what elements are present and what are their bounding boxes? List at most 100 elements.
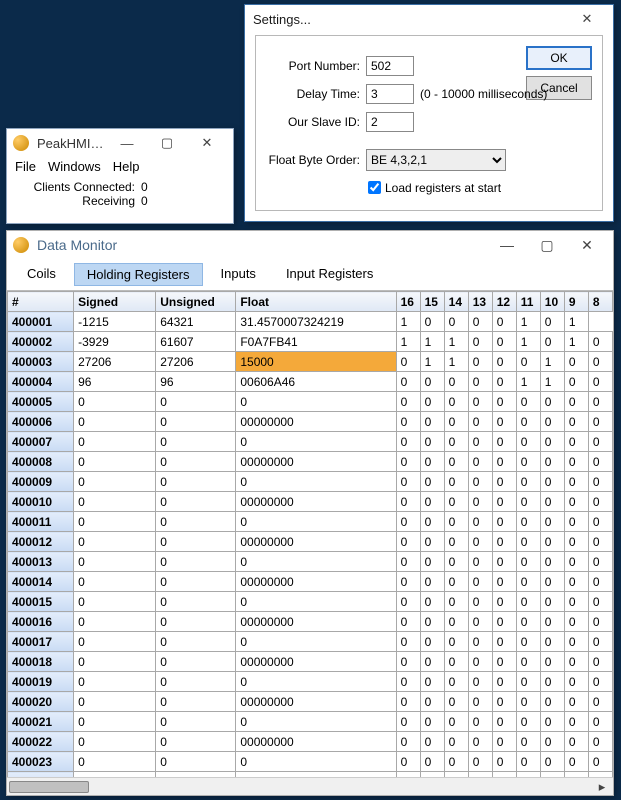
cell-bit[interactable]: 0 [540,752,564,772]
cell-bit[interactable]: 0 [564,392,588,412]
cell-bit[interactable]: 0 [468,692,492,712]
cell-bit[interactable]: 0 [396,352,420,372]
cell-bit[interactable]: 0 [564,472,588,492]
cell-bit[interactable]: 0 [444,752,468,772]
cell-addr[interactable]: 400020 [8,692,74,712]
cell-bit[interactable]: 0 [492,532,516,552]
cell-bit[interactable]: 0 [588,652,612,672]
cell-signed[interactable]: 0 [74,532,156,552]
scrollbar-thumb[interactable] [9,781,89,793]
cell-bit[interactable]: 1 [444,352,468,372]
cell-bit[interactable]: 0 [516,492,540,512]
cell-bit[interactable]: 0 [420,692,444,712]
cell-bit[interactable]: 0 [516,692,540,712]
cell-bit[interactable]: 1 [540,372,564,392]
cell-bit[interactable]: 0 [540,512,564,532]
cell-float[interactable]: 00000000 [236,652,396,672]
cell-bit[interactable]: 0 [588,672,612,692]
cell-signed[interactable]: 0 [74,592,156,612]
cell-bit[interactable]: 1 [444,332,468,352]
cell-bit[interactable]: 0 [444,732,468,752]
cell-bit[interactable]: 1 [516,372,540,392]
cell-addr[interactable]: 400015 [8,592,74,612]
cell-bit[interactable]: 0 [468,592,492,612]
cell-signed[interactable]: 0 [74,632,156,652]
cell-bit[interactable]: 0 [492,512,516,532]
cell-bit[interactable]: 0 [516,512,540,532]
cell-float[interactable]: 0 [236,592,396,612]
cell-bit[interactable]: 0 [516,392,540,412]
cell-bit[interactable]: 0 [468,532,492,552]
cell-bit[interactable]: 0 [420,572,444,592]
tab-holding-registers[interactable]: Holding Registers [74,263,203,286]
cell-unsigned[interactable]: 64321 [156,312,236,332]
cell-bit[interactable]: 0 [492,392,516,412]
cell-unsigned[interactable]: 61607 [156,332,236,352]
cell-bit[interactable]: 0 [444,432,468,452]
cell-bit[interactable]: 1 [516,332,540,352]
cell-float[interactable]: 15000 [236,352,396,372]
cell-unsigned[interactable]: 0 [156,692,236,712]
cell-float[interactable]: 00000000 [236,732,396,752]
cell-bit[interactable]: 0 [468,392,492,412]
cell-bit[interactable]: 0 [516,652,540,672]
cell-addr[interactable]: 400003 [8,352,74,372]
cell-signed[interactable]: 0 [74,712,156,732]
cell-bit[interactable]: 0 [492,612,516,632]
cell-unsigned[interactable]: 0 [156,532,236,552]
header-addr[interactable]: # [8,292,74,312]
cell-bit[interactable]: 0 [540,732,564,752]
cell-bit[interactable]: 0 [540,472,564,492]
cell-bit[interactable]: 0 [420,432,444,452]
cell-unsigned[interactable]: 0 [156,472,236,492]
cell-unsigned[interactable]: 27206 [156,352,236,372]
delay-input[interactable] [366,84,414,104]
cell-signed[interactable]: 0 [74,412,156,432]
cell-float[interactable]: 00000000 [236,412,396,432]
cell-bit[interactable]: 0 [444,532,468,552]
cell-bit[interactable]: 0 [396,472,420,492]
cell-bit[interactable]: 0 [492,652,516,672]
cell-bit[interactable]: 0 [588,632,612,652]
tab-inputs[interactable]: Inputs [209,263,268,286]
table-row[interactable]: 400009000000000000 [8,472,613,492]
dm-titlebar[interactable]: Data Monitor — ▢ ✕ [7,231,613,259]
cell-bit[interactable]: 0 [420,712,444,732]
cell-bit[interactable]: 0 [492,752,516,772]
table-row[interactable]: 400001-12156432131.457000732421910000101 [8,312,613,332]
cell-bit[interactable]: 0 [564,692,588,712]
cell-addr[interactable]: 400001 [8,312,74,332]
table-row[interactable]: 400021000000000000 [8,712,613,732]
cell-bit[interactable]: 0 [492,492,516,512]
cell-bit[interactable]: 0 [492,592,516,612]
cell-bit[interactable]: 0 [588,372,612,392]
cell-float[interactable]: 0 [236,512,396,532]
cell-bit[interactable]: 0 [564,452,588,472]
cell-bit[interactable]: 0 [492,632,516,652]
menu-windows[interactable]: Windows [48,159,101,174]
cell-bit[interactable]: 0 [444,452,468,472]
cell-bit[interactable]: 0 [516,552,540,572]
cell-bit[interactable]: 0 [588,572,612,592]
cell-float[interactable]: 0 [236,672,396,692]
cell-bit[interactable]: 0 [540,672,564,692]
cell-bit[interactable]: 0 [444,632,468,652]
cell-bit[interactable]: 0 [444,552,468,572]
cell-bit[interactable]: 0 [588,392,612,412]
cell-signed[interactable]: 0 [74,452,156,472]
table-row[interactable]: 400023000000000000 [8,752,613,772]
cell-bit[interactable]: 1 [396,332,420,352]
cell-unsigned[interactable]: 0 [156,652,236,672]
cell-bit[interactable]: 1 [540,352,564,372]
cell-signed[interactable]: -1215 [74,312,156,332]
cell-float[interactable]: 00000000 [236,692,396,712]
minimize-icon[interactable]: — [107,131,147,155]
cell-bit[interactable]: 1 [420,332,444,352]
cell-bit[interactable]: 0 [516,432,540,452]
table-row[interactable]: 4000140000000000000000000 [8,572,613,592]
cell-bit[interactable]: 0 [420,612,444,632]
cell-bit[interactable]: 0 [516,532,540,552]
cell-unsigned[interactable]: 0 [156,612,236,632]
header-float[interactable]: Float [236,292,396,312]
cell-bit[interactable]: 0 [396,592,420,612]
